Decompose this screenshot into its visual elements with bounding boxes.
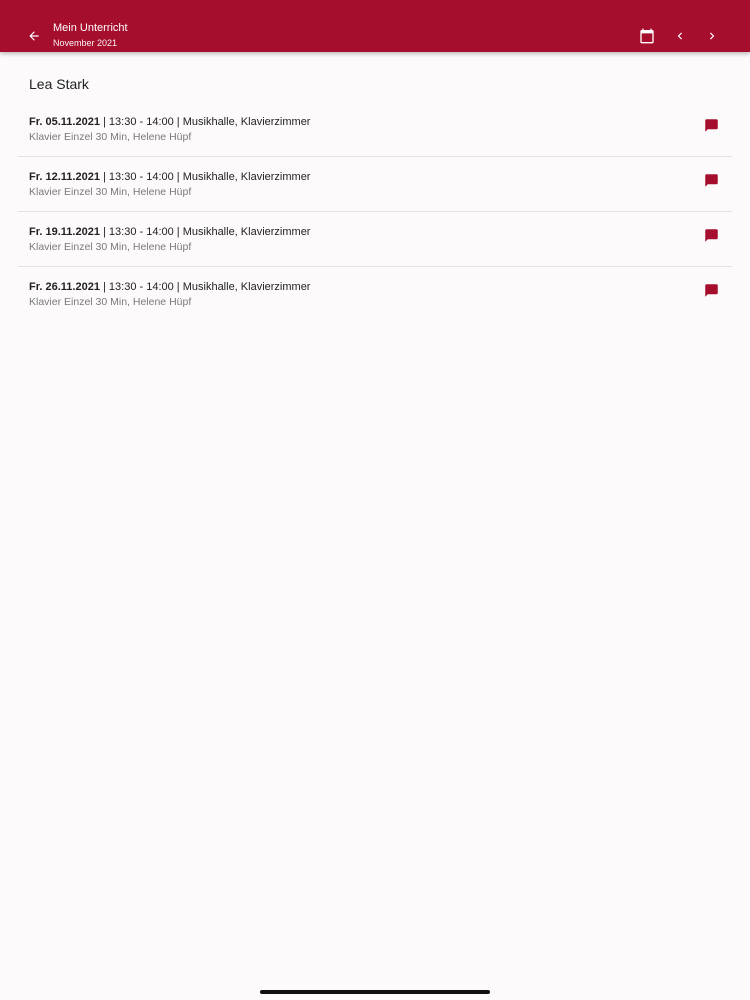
lesson-info: Fr. 05.11.2021 | 13:30 - 14:00 | Musikha… bbox=[29, 116, 310, 128]
lesson-list: Fr. 05.11.2021 | 13:30 - 14:00 | Musikha… bbox=[18, 102, 732, 321]
lesson-date: Fr. 12.11.2021 bbox=[29, 171, 100, 183]
arrow-back-icon bbox=[29, 31, 39, 41]
calendar-icon bbox=[640, 28, 654, 44]
lesson-date: Fr. 19.11.2021 bbox=[29, 226, 100, 238]
lesson-details: | 13:30 - 14:00 | Musikhalle, Klavierzim… bbox=[99, 226, 311, 238]
lesson-details: | 13:30 - 14:00 | Musikhalle, Klavierzim… bbox=[99, 281, 311, 293]
lesson-course: Klavier Einzel 30 Min, Helene Hüpf bbox=[29, 296, 192, 308]
lesson-course: Klavier Einzel 30 Min, Helene Hüpf bbox=[29, 241, 192, 253]
lesson-info: Fr. 26.11.2021 | 13:30 - 14:00 | Musikha… bbox=[29, 281, 310, 293]
app-bar-titles: Mein Unterricht November 2021 bbox=[53, 21, 128, 49]
lesson-message-button[interactable] bbox=[702, 171, 720, 189]
lesson-details: | 13:30 - 14:00 | Musikhalle, Klavierzim… bbox=[99, 171, 311, 183]
chevron-left-icon bbox=[677, 32, 682, 40]
chevron-right-icon bbox=[710, 32, 715, 40]
previous-month-button[interactable] bbox=[667, 23, 693, 49]
student-name: Lea Stark bbox=[29, 76, 89, 92]
home-indicator bbox=[260, 990, 490, 994]
lesson-item[interactable]: Fr. 26.11.2021 | 13:30 - 14:00 | Musikha… bbox=[18, 267, 732, 321]
lesson-message-button[interactable] bbox=[702, 281, 720, 299]
lesson-course: Klavier Einzel 30 Min, Helene Hüpf bbox=[29, 131, 192, 143]
lesson-date: Fr. 05.11.2021 bbox=[29, 116, 100, 128]
calendar-button[interactable] bbox=[634, 23, 660, 49]
lesson-info: Fr. 12.11.2021 | 13:30 - 14:00 | Musikha… bbox=[29, 171, 310, 183]
lesson-item[interactable]: Fr. 12.11.2021 | 13:30 - 14:00 | Musikha… bbox=[18, 157, 732, 212]
lesson-details: | 13:30 - 14:00 | Musikhalle, Klavierzim… bbox=[99, 116, 311, 128]
lesson-item[interactable]: Fr. 05.11.2021 | 13:30 - 14:00 | Musikha… bbox=[18, 102, 732, 157]
page-title: Mein Unterricht bbox=[53, 22, 128, 34]
message-icon bbox=[704, 228, 718, 242]
message-icon bbox=[704, 173, 718, 187]
lesson-course: Klavier Einzel 30 Min, Helene Hüpf bbox=[29, 186, 192, 198]
next-month-button[interactable] bbox=[699, 23, 725, 49]
message-icon bbox=[704, 118, 718, 132]
lesson-message-button[interactable] bbox=[702, 226, 720, 244]
app-bar: Mein Unterricht November 2021 bbox=[0, 0, 750, 52]
back-button[interactable] bbox=[22, 24, 46, 48]
message-icon bbox=[704, 283, 718, 297]
lesson-item[interactable]: Fr. 19.11.2021 | 13:30 - 14:00 | Musikha… bbox=[18, 212, 732, 267]
page-subtitle: November 2021 bbox=[53, 38, 118, 48]
lesson-info: Fr. 19.11.2021 | 13:30 - 14:00 | Musikha… bbox=[29, 226, 310, 238]
lesson-message-button[interactable] bbox=[702, 116, 720, 134]
lesson-date: Fr. 26.11.2021 bbox=[29, 281, 100, 293]
